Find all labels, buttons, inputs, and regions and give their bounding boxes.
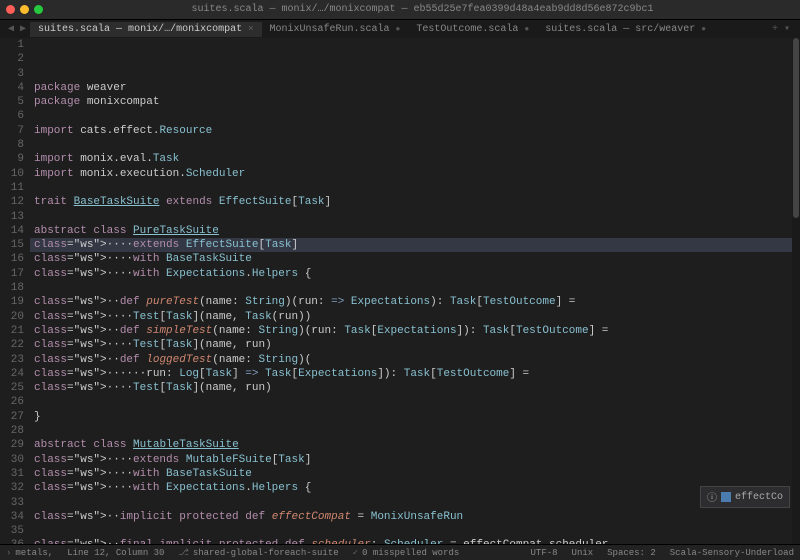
tab-nav-left-icon[interactable]: ◀ ▶ — [4, 23, 30, 35]
window-controls — [6, 5, 43, 14]
close-tab-icon[interactable]: × — [248, 24, 253, 34]
code-line[interactable]: class="ws">··def pureTest(name: String)(… — [30, 295, 800, 309]
tab-modified-icon: ● — [396, 25, 401, 34]
scrollbar[interactable] — [792, 38, 800, 544]
tab-modified-icon: ● — [701, 25, 706, 34]
code-line[interactable]: abstract class MutableTaskSuite — [30, 438, 800, 452]
code-line[interactable]: package weaver — [30, 81, 800, 95]
scroll-thumb[interactable] — [793, 38, 799, 218]
code-line[interactable]: import monix.eval.Task — [30, 152, 800, 166]
code-line[interactable]: class="ws">······run: Log[Task] => Task[… — [30, 367, 800, 381]
code-line[interactable]: class="ws">····extends MutableFSuite[Tas… — [30, 453, 800, 467]
tab-monixunsaferun[interactable]: MonixUnsafeRun.scala ● — [262, 22, 409, 37]
tab-label: suites.scala — monix/…/monixcompat — [38, 24, 242, 35]
status-line-ending[interactable]: Unix — [572, 548, 594, 558]
code-area[interactable]: package weaverpackage monixcompat import… — [30, 38, 800, 544]
editor[interactable]: 12345678910 11121314151617181920 2122232… — [0, 38, 800, 544]
close-window-button[interactable] — [6, 5, 15, 14]
code-line[interactable]: class="ws">····extends EffectSuite[Task] — [30, 238, 800, 252]
chevron-icon: › — [6, 548, 11, 558]
tab-label: TestOutcome.scala — [416, 24, 518, 35]
tab-label: suites.scala — src/weaver — [545, 24, 695, 35]
code-line[interactable] — [30, 395, 800, 409]
code-line[interactable]: abstract class PureTaskSuite — [30, 224, 800, 238]
completion-label: effectCo — [735, 492, 783, 503]
tab-modified-icon: ● — [524, 25, 529, 34]
code-line[interactable]: import monix.execution.Scheduler — [30, 167, 800, 181]
completion-popup[interactable]: ⓘ effectCo — [700, 486, 790, 508]
code-line[interactable] — [30, 524, 800, 538]
minimize-window-button[interactable] — [20, 5, 29, 14]
tab-testoutcome[interactable]: TestOutcome.scala ● — [408, 22, 537, 37]
status-spell[interactable]: ✓ 0 misspelled words — [353, 548, 460, 558]
zoom-window-button[interactable] — [34, 5, 43, 14]
check-icon: ✓ — [353, 548, 358, 558]
status-metals[interactable]: › metals, — [6, 548, 53, 558]
info-icon: ⓘ — [707, 489, 717, 505]
code-line[interactable] — [30, 210, 800, 224]
code-line[interactable]: class="ws">··final implicit protected de… — [30, 538, 800, 544]
code-line[interactable]: package monixcompat — [30, 95, 800, 109]
code-line[interactable]: trait BaseTaskSuite extends EffectSuite[… — [30, 195, 800, 209]
status-spaces[interactable]: Spaces: 2 — [607, 548, 656, 558]
status-encoding[interactable]: UTF-8 — [531, 548, 558, 558]
tab-label: MonixUnsafeRun.scala — [270, 24, 390, 35]
status-bar: › metals, Line 12, Column 30 ⎇ shared-gl… — [0, 544, 800, 560]
code-line[interactable]: } — [30, 410, 800, 424]
tab-suites-weaver[interactable]: suites.scala — src/weaver ● — [537, 22, 714, 37]
code-line[interactable]: class="ws">····with BaseTaskSuite — [30, 467, 800, 481]
window-title: suites.scala — monix/…/monixcompat — eb5… — [51, 4, 794, 15]
completion-kind-icon — [721, 492, 731, 502]
code-line[interactable] — [30, 496, 800, 510]
tab-bar: ◀ ▶ suites.scala — monix/…/monixcompat ×… — [0, 20, 800, 38]
code-line[interactable]: class="ws">····Test[Task](name, Task(run… — [30, 310, 800, 324]
code-line[interactable] — [30, 109, 800, 123]
code-line[interactable]: class="ws">··def loggedTest(name: String… — [30, 353, 800, 367]
code-line[interactable]: class="ws">····with BaseTaskSuite — [30, 252, 800, 266]
code-line[interactable] — [30, 181, 800, 195]
line-gutter: 12345678910 11121314151617181920 2122232… — [0, 38, 30, 544]
new-tab-button[interactable]: + ▾ — [766, 23, 796, 35]
code-line[interactable]: class="ws">··implicit protected def effe… — [30, 510, 800, 524]
status-cursor[interactable]: Line 12, Column 30 — [67, 548, 164, 558]
code-line[interactable]: import cats.effect.Resource — [30, 124, 800, 138]
code-line[interactable]: class="ws">····Test[Task](name, run) — [30, 338, 800, 352]
code-line[interactable]: class="ws">····Test[Task](name, run) — [30, 381, 800, 395]
code-line[interactable]: class="ws">····with Expectations.Helpers… — [30, 481, 800, 495]
titlebar: suites.scala — monix/…/monixcompat — eb5… — [0, 0, 800, 20]
code-line[interactable]: class="ws">····with Expectations.Helpers… — [30, 267, 800, 281]
code-line[interactable] — [30, 138, 800, 152]
tab-suites-monixcompat[interactable]: suites.scala — monix/…/monixcompat × — [30, 22, 261, 37]
code-line[interactable] — [30, 281, 800, 295]
code-line[interactable]: class="ws">··def simpleTest(name: String… — [30, 324, 800, 338]
status-branch[interactable]: ⎇ shared-global-foreach-suite — [178, 548, 338, 558]
status-mode[interactable]: Scala-Sensory-Underload — [670, 548, 794, 558]
branch-icon: ⎇ — [178, 548, 188, 558]
code-line[interactable] — [30, 424, 800, 438]
